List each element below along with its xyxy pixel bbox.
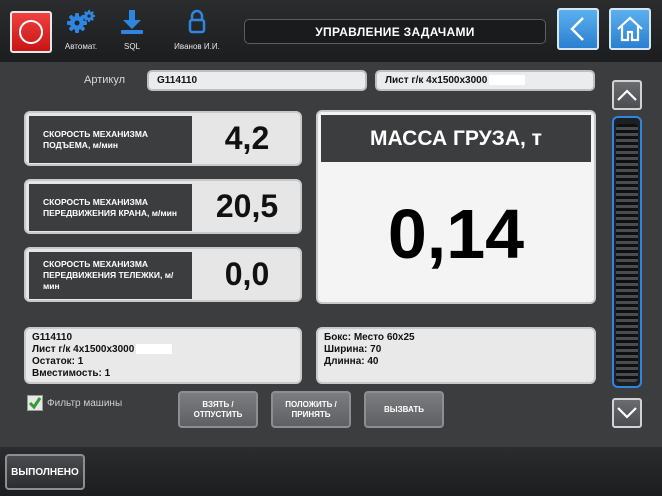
article-name-field[interactable]: Лист г/к 4х1500х3000 (375, 70, 595, 91)
article-code-field[interactable]: G114110 (147, 70, 367, 91)
home-button[interactable] (609, 8, 651, 50)
crane-speed-value: 20,5 (215, 188, 279, 224)
box-place: Бокс: Место 60х25 (324, 332, 415, 343)
scroll-up-button[interactable] (612, 80, 642, 110)
call-button[interactable]: ВЫЗВАТЬ (364, 391, 444, 428)
item-code: G114110 (32, 332, 73, 343)
load-mass-value: 0,14 (387, 195, 525, 273)
lock-icon (172, 8, 222, 36)
load-mass-panel: МАССА ГРУЗА, т 0,14 (316, 110, 596, 304)
check-icon (28, 397, 42, 410)
item-name: Лист г/к 4х1500х3000 (32, 344, 135, 355)
chevron-down-icon (617, 407, 637, 419)
chevron-left-icon (570, 17, 584, 41)
article-label: Артикул (84, 74, 126, 86)
user-button[interactable]: Иванов И.И. (172, 8, 222, 51)
stop-button[interactable] (10, 11, 52, 53)
item-remainder: Остаток: 1 (32, 356, 84, 367)
done-button[interactable]: ВЫПОЛНЕНО (5, 454, 85, 490)
auto-mode-label: Автомат. (64, 42, 98, 51)
load-mass-title: МАССА ГРУЗА, т (321, 115, 591, 162)
download-icon (107, 8, 157, 36)
box-length: Длинна: 40 (324, 356, 379, 367)
item-name-blank (136, 344, 173, 355)
crane-speed-label: СКОРОСТЬ МЕХАНИЗМА ПЕРЕДВИЖЕНИЯ КРАНА, м… (29, 184, 192, 231)
article-name-blank (489, 75, 526, 86)
machine-filter-label: Фильтр машины (47, 397, 123, 409)
box-info-panel: Бокс: Место 60х25 Ширина: 70 Длинна: 40 (316, 327, 596, 384)
crane-speed-panel: СКОРОСТЬ МЕХАНИЗМА ПЕРЕДВИЖЕНИЯ КРАНА, м… (24, 179, 302, 234)
trolley-speed-value: 0,0 (224, 256, 270, 292)
stop-circle-icon (19, 20, 43, 44)
user-label: Иванов И.И. (174, 42, 220, 51)
trolley-speed-panel: СКОРОСТЬ МЕХАНИЗМА ПЕРЕДВИЖЕНИЯ ТЕЛЕЖКИ,… (24, 247, 302, 302)
place-accept-button[interactable]: ПОЛОЖИТЬ / ПРИНЯТЬ (271, 391, 351, 428)
page-title: УПРАВЛЕНИЕ ЗАДАЧАМИ (244, 19, 546, 44)
lift-speed-label: СКОРОСТЬ МЕХАНИЗМА ПОДЪЕМА, м/мин (29, 116, 192, 163)
lift-speed-panel: СКОРОСТЬ МЕХАНИЗМА ПОДЪЕМА, м/мин 4,2 (24, 111, 302, 166)
home-icon (617, 16, 643, 42)
scrollbar-track[interactable] (612, 116, 642, 388)
gears-icon (56, 8, 106, 36)
machine-filter[interactable]: Фильтр машины (27, 395, 122, 411)
item-name-row: Лист г/к 4х1500х3000 (32, 344, 294, 356)
sql-label: SQL (123, 42, 140, 51)
article-name-text: Лист г/к 4х1500х3000 (385, 75, 488, 86)
chevron-up-icon (617, 89, 637, 101)
sql-button[interactable]: SQL (107, 8, 157, 51)
top-bar: Автомат. SQL Иванов И.И. УПРАВЛЕНИЕ ЗАДА… (0, 0, 662, 62)
lift-speed-value: 4,2 (224, 120, 270, 156)
item-info-panel: G114110 Лист г/к 4х1500х3000 Остаток: 1 … (24, 327, 302, 384)
scrollbar-thumb[interactable] (616, 124, 638, 382)
box-width: Ширина: 70 (324, 344, 382, 355)
machine-filter-checkbox[interactable] (27, 395, 43, 411)
item-capacity: Вместимость: 1 (32, 368, 111, 379)
bottom-bar: ВЫПОЛНЕНО (0, 447, 662, 496)
back-button[interactable] (557, 8, 599, 50)
auto-mode-button[interactable]: Автомат. (56, 8, 106, 51)
scroll-down-button[interactable] (612, 398, 642, 428)
take-release-button[interactable]: ВЗЯТЬ / ОТПУСТИТЬ (178, 391, 258, 428)
trolley-speed-label: СКОРОСТЬ МЕХАНИЗМА ПЕРЕДВИЖЕНИЯ ТЕЛЕЖКИ,… (29, 252, 192, 299)
